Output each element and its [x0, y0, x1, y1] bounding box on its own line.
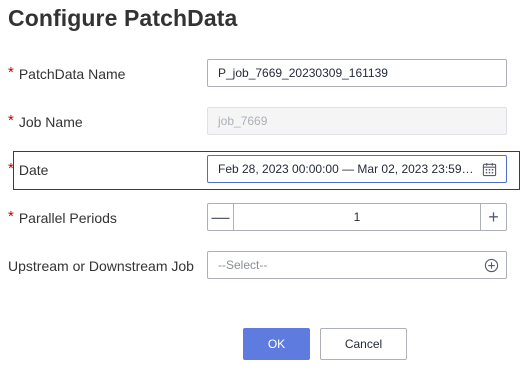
date-label: * Date: [8, 155, 48, 185]
cancel-button[interactable]: Cancel: [320, 328, 407, 360]
ok-button[interactable]: OK: [243, 328, 310, 360]
add-circle-icon[interactable]: [484, 258, 499, 273]
dialog-title: Configure PatchData: [8, 5, 238, 31]
job-name-label: * Job Name: [8, 107, 83, 137]
upstream-downstream-select[interactable]: --Select--: [207, 251, 507, 279]
parallel-periods-label: * Parallel Periods: [8, 203, 117, 233]
job-name-label-text: Job Name: [18, 114, 83, 130]
required-mark: *: [8, 63, 14, 81]
upstream-downstream-label: Upstream or Downstream Job: [8, 251, 194, 281]
parallel-periods-value[interactable]: 1: [234, 204, 480, 230]
date-range-value: Feb 28, 2023 00:00:00 — Mar 02, 2023 23:…: [218, 162, 476, 176]
required-mark: *: [8, 159, 14, 177]
job-name-input: job_7669: [207, 107, 507, 135]
job-name-value: job_7669: [218, 114, 268, 128]
required-mark: *: [8, 207, 14, 225]
calendar-icon[interactable]: [482, 162, 497, 177]
date-label-text: Date: [18, 162, 49, 178]
job-name-row: * Job Name job_7669: [0, 107, 528, 137]
configure-patchdata-dialog: Configure PatchData * PatchData Name P_j…: [0, 0, 528, 375]
patchdata-name-row: * PatchData Name P_job_7669_20230309_161…: [0, 59, 528, 89]
date-row: * Date Feb 28, 2023 00:00:00 — Mar 02, 2…: [0, 155, 528, 185]
patchdata-name-label-text: PatchData Name: [18, 66, 126, 82]
parallel-periods-row: * Parallel Periods — 1 +: [0, 203, 528, 233]
patchdata-name-label: * PatchData Name: [8, 59, 125, 89]
patchdata-name-input[interactable]: P_job_7669_20230309_161139: [207, 59, 507, 87]
parallel-periods-stepper: — 1 +: [207, 203, 507, 231]
decrement-button[interactable]: —: [208, 204, 234, 230]
required-mark: *: [8, 111, 14, 129]
patchdata-name-value: P_job_7669_20230309_161139: [218, 66, 388, 80]
upstream-downstream-row: Upstream or Downstream Job --Select--: [0, 251, 528, 281]
date-range-picker[interactable]: Feb 28, 2023 00:00:00 — Mar 02, 2023 23:…: [207, 155, 507, 183]
upstream-downstream-label-text: Upstream or Downstream Job: [8, 258, 194, 274]
increment-button[interactable]: +: [480, 204, 506, 230]
parallel-periods-label-text: Parallel Periods: [18, 210, 117, 226]
upstream-downstream-placeholder: --Select--: [218, 258, 268, 272]
